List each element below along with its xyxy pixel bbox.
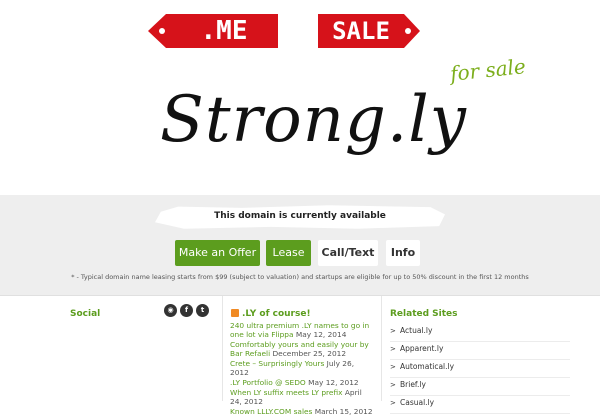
make-offer-button[interactable]: Make an Offer xyxy=(175,240,260,266)
news-list: 240 ultra premium .LY names to go in one… xyxy=(230,321,375,417)
social-column: Social ◉ f t xyxy=(62,296,220,401)
related-title: Related Sites xyxy=(390,309,458,319)
lease-button[interactable]: Lease xyxy=(266,240,311,266)
sale-tag: SALE xyxy=(318,11,420,51)
facebook-icon[interactable]: f xyxy=(180,304,193,317)
rss-icon[interactable]: ◉ xyxy=(164,304,177,317)
news-item[interactable]: 240 ultra premium .LY names to go in one… xyxy=(230,321,375,339)
news-column: .LY of course! 240 ultra premium .LY nam… xyxy=(222,296,382,416)
related-column: Related Sites > Actual.ly > Apparent.ly > A… xyxy=(382,296,582,414)
chevron-right-icon: > xyxy=(390,363,396,371)
news-item[interactable]: When LY suffix meets LY prefix April 24,… xyxy=(230,388,375,406)
sale-tag-label: SALE xyxy=(332,17,390,45)
leasing-note: * - Typical domain name leasing starts f… xyxy=(71,273,529,281)
me-tag: .ME xyxy=(148,11,280,51)
twitter-icon[interactable]: t xyxy=(196,304,209,317)
availability-text: This domain is currently available xyxy=(214,211,386,221)
footer-panels: Social ◉ f t .LY of course! 240 ultra pr… xyxy=(0,295,600,416)
related-item[interactable]: > Actual.ly xyxy=(390,324,570,342)
related-item[interactable]: > Automatical.ly xyxy=(390,360,570,378)
hero: .ME SALE Strong.ly for sale xyxy=(0,0,600,195)
social-title: Social xyxy=(70,309,101,319)
related-item[interactable]: > Brief.ly xyxy=(390,378,570,396)
news-item[interactable]: Known LLLY.COM sales March 15, 2012 xyxy=(230,407,375,416)
related-list: > Actual.ly > Apparent.ly > Automatical.ly … xyxy=(390,324,570,414)
for-sale-label: for sale xyxy=(448,54,527,86)
news-title: .LY of course! xyxy=(242,309,311,319)
domain-logo: Strong.ly xyxy=(160,83,467,157)
related-item[interactable]: > Apparent.ly xyxy=(390,342,570,360)
chevron-right-icon: > xyxy=(390,381,396,389)
chevron-right-icon: > xyxy=(390,345,396,353)
news-item[interactable]: Crete – Surprisingly Yours July 26, 2012 xyxy=(230,359,375,377)
news-item[interactable]: Comfortably yours and easily your by Bar… xyxy=(230,340,375,358)
chevron-right-icon: > xyxy=(390,327,396,335)
related-item[interactable]: > Casual.ly xyxy=(390,396,570,414)
chevron-right-icon: > xyxy=(390,399,396,407)
news-item[interactable]: .LY Portfolio @ SEDO May 12, 2012 xyxy=(230,378,375,387)
me-tag-label: .ME xyxy=(200,16,248,46)
info-button[interactable]: Info xyxy=(386,240,420,266)
call-text-button[interactable]: Call/Text xyxy=(318,240,378,266)
